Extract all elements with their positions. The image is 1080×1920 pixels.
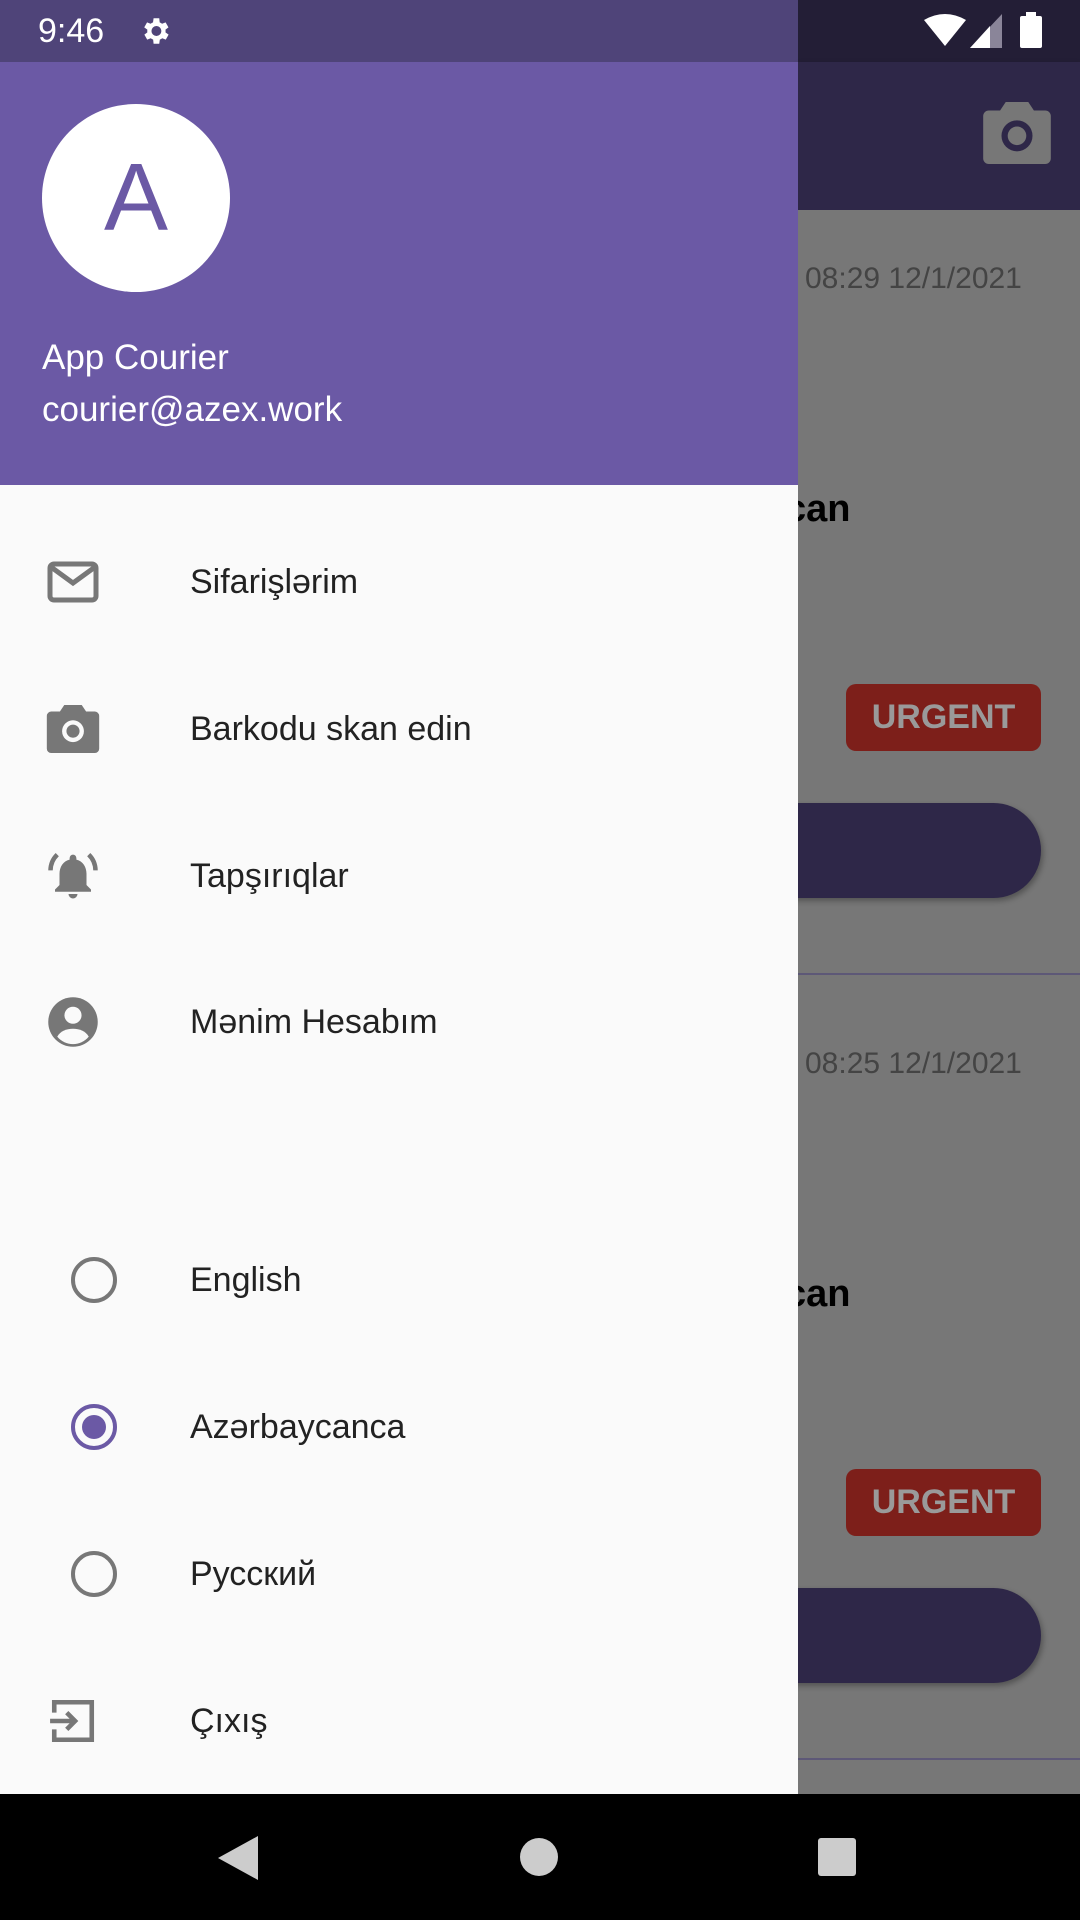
menu-item-my-account[interactable]: Mənim Hesabım xyxy=(0,957,798,1087)
divider xyxy=(798,973,1080,975)
menu-item-label: Mənim Hesabım xyxy=(190,1002,438,1041)
menu-item-label: Barkodu skan edin xyxy=(190,709,472,748)
status-time: 9:46 xyxy=(38,12,105,50)
divider xyxy=(798,1758,1080,1760)
menu-item-label: Sifarişlərim xyxy=(190,562,359,601)
radio-button-selected[interactable] xyxy=(71,1404,117,1450)
wifi-icon xyxy=(924,14,966,46)
menu-item-label: Tapşırıqlar xyxy=(190,856,349,895)
app-bar xyxy=(798,62,1080,210)
language-option-russian[interactable]: Русский xyxy=(0,1509,798,1639)
status-bar: 9:46 xyxy=(0,0,1080,62)
order-timestamp: 08:29 12/1/2021 xyxy=(805,262,1022,295)
home-icon[interactable] xyxy=(520,1838,558,1876)
language-option-english[interactable]: English xyxy=(0,1215,798,1345)
logout-button[interactable]: Çıxış xyxy=(0,1656,798,1786)
camera-icon xyxy=(45,701,101,757)
drawer-header: A App Courier courier@azex.work xyxy=(0,62,798,485)
radio-button[interactable] xyxy=(71,1551,117,1597)
back-icon[interactable] xyxy=(218,1836,258,1880)
menu-item-tasks[interactable]: Tapşırıqlar xyxy=(0,811,798,941)
navigation-drawer: A App Courier courier@azex.work Sifarişl… xyxy=(0,62,798,1794)
radio-button[interactable] xyxy=(71,1257,117,1303)
language-option-azerbaijani[interactable]: Azərbaycanca xyxy=(0,1362,798,1492)
menu-item-scan-barcode[interactable]: Barkodu skan edin xyxy=(0,664,798,794)
order-action-button[interactable] xyxy=(760,803,1041,898)
user-email: courier@azex.work xyxy=(42,390,343,429)
battery-icon xyxy=(1020,12,1042,48)
logout-label: Çıxış xyxy=(190,1701,268,1740)
order-action-button[interactable] xyxy=(760,1588,1041,1683)
signal-icon xyxy=(970,14,1002,48)
status-bar-left xyxy=(0,0,798,62)
urgent-badge: URGENT xyxy=(846,1469,1041,1536)
order-timestamp: 08:25 12/1/2021 xyxy=(805,1047,1022,1080)
language-label: Azərbaycanca xyxy=(190,1407,406,1446)
language-label: English xyxy=(190,1260,302,1299)
bell-icon xyxy=(45,848,101,904)
order-list xyxy=(798,210,1080,1794)
mail-icon xyxy=(45,554,101,610)
logout-icon xyxy=(45,1693,101,1749)
menu-item-orders[interactable]: Sifarişlərim xyxy=(0,517,798,647)
recents-icon[interactable] xyxy=(818,1838,856,1876)
settings-icon xyxy=(144,18,169,44)
avatar: A xyxy=(42,104,230,292)
user-name: App Courier xyxy=(42,338,229,377)
language-label: Русский xyxy=(190,1554,317,1593)
system-nav-bar xyxy=(0,1794,1080,1920)
urgent-badge: URGENT xyxy=(846,684,1041,751)
account-icon xyxy=(45,994,101,1050)
camera-icon[interactable] xyxy=(983,102,1051,164)
